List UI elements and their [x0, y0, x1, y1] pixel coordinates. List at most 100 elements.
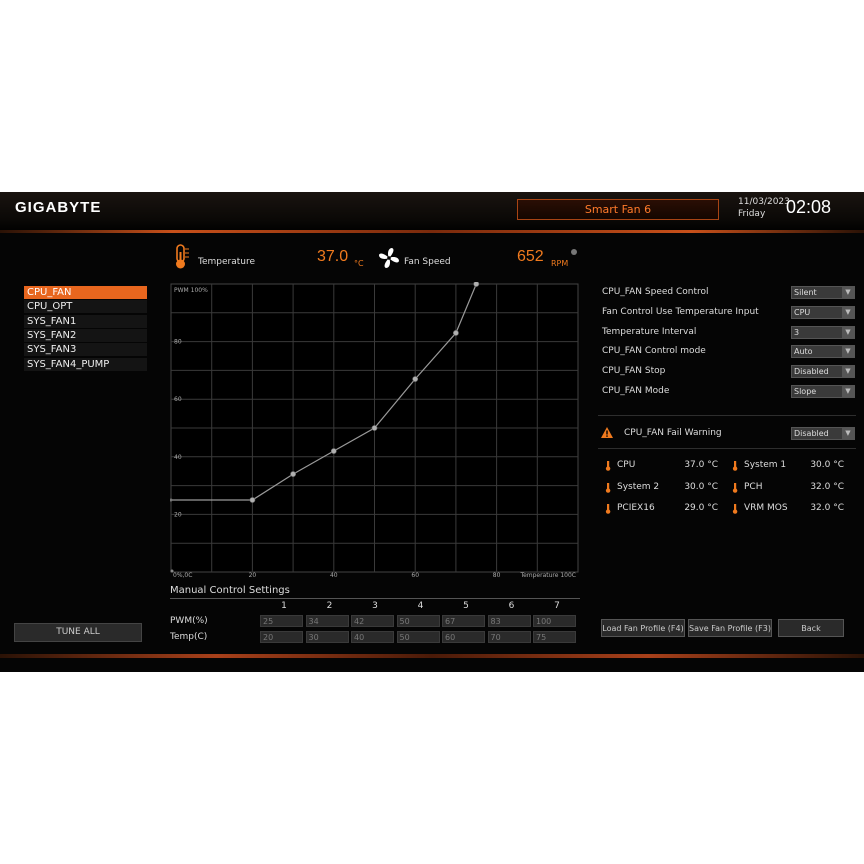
setting-label: CPU_FAN Control mode	[602, 346, 706, 357]
fan-speed-label: Fan Speed	[404, 257, 451, 267]
page-title: Smart Fan 6	[584, 203, 652, 216]
temp-input-field[interactable]: 50	[396, 631, 440, 643]
temp-reading-label: System 1	[744, 460, 787, 470]
tune-all-button[interactable]: TUNE ALL	[14, 623, 142, 642]
pwm-input-field[interactable]: 100	[533, 615, 576, 627]
temp-input-field[interactable]: 75	[533, 631, 576, 643]
temp-reading-label: PCIEX16	[617, 503, 655, 513]
temp-input-field[interactable]: 30	[305, 631, 349, 643]
curve-control-point[interactable]	[452, 330, 459, 336]
curve-control-point[interactable]	[330, 448, 337, 454]
temp-reading-label: System 2	[617, 481, 660, 492]
column-header: 3	[372, 601, 378, 611]
gigabyte-logo: GIGABYTE	[15, 199, 102, 216]
setting-dropdown[interactable]: Disabled ▼	[791, 365, 855, 379]
curve-control-point[interactable]	[412, 376, 419, 382]
thermometer-icon	[732, 482, 738, 493]
save-fan-profile-button[interactable]: Save Fan Profile (F3)	[688, 619, 772, 637]
temperature-unit: °C	[354, 259, 364, 268]
temp-reading-value: 37.0 °C	[684, 460, 718, 470]
curve-control-point[interactable]	[473, 282, 480, 287]
thermometer-icon	[605, 504, 611, 514]
chevron-down-icon: ▼	[842, 428, 854, 439]
origin-point	[170, 569, 174, 573]
pwm-input-field[interactable]: 50	[396, 615, 440, 627]
manual-control-divider	[170, 598, 580, 599]
bios-screen: GIGABYTE Smart Fan 6 11/03/2023 Friday 0…	[0, 192, 864, 672]
x-tick-label: 20	[249, 572, 257, 579]
fail-warning-label: CPU_FAN Fail Warning	[624, 428, 722, 438]
chevron-down-icon: ▼	[842, 386, 854, 397]
temp-reading-value: 30.0 °C	[684, 481, 718, 492]
pwm-input-field[interactable]: 25	[260, 615, 303, 627]
temperature-label: Temperature	[198, 257, 256, 267]
fan-item-cpu-fan[interactable]: CPU_FAN	[24, 286, 147, 299]
manual-control-title: Manual Control Settings	[170, 585, 290, 596]
setting-dropdown[interactable]: Silent ▼	[791, 286, 855, 299]
curve-control-point[interactable]	[290, 471, 296, 477]
chevron-down-icon: ▼	[842, 287, 854, 298]
temp-input-field[interactable]: 20	[260, 631, 303, 643]
column-header: 4	[417, 601, 424, 611]
temp-reading-value: 32.0 °C	[810, 481, 844, 492]
x-tick-label: 80	[493, 572, 501, 579]
setting-dropdown[interactable]: 3 ▼	[791, 325, 855, 339]
chevron-down-icon: ▼	[842, 326, 854, 338]
pwm-input-field[interactable]: 42	[351, 615, 394, 627]
fan-speed-unit: RPM	[551, 259, 569, 268]
fan-item-sys-fan2[interactable]: SYS_FAN2	[24, 329, 147, 342]
fail-warning-dropdown[interactable]: Disabled ▼	[791, 427, 855, 440]
y-tick-label: 40	[174, 454, 182, 461]
date-text: 11/03/2023	[738, 197, 790, 207]
fan-item-cpu-opt[interactable]: CPU_OPT	[24, 300, 147, 313]
date-display: 11/03/2023 Friday	[738, 196, 790, 220]
column-header: 6	[508, 601, 515, 611]
setting-label: CPU_FAN Stop	[602, 366, 666, 377]
temp-row-label: Temp(C)	[170, 632, 208, 642]
fan-item-sys-fan3[interactable]: SYS_FAN3	[24, 343, 147, 356]
temp-input-field[interactable]: 60	[442, 631, 485, 643]
temp-reading-value: 29.0 °C	[684, 503, 718, 513]
pwm-input-field[interactable]: 34	[305, 615, 349, 627]
load-fan-profile-button[interactable]: Load Fan Profile (F4)	[601, 619, 685, 637]
fan-speed-value: 652	[517, 248, 544, 265]
back-button[interactable]: Back	[778, 619, 844, 637]
setting-dropdown[interactable]: CPU ▼	[791, 305, 855, 319]
fail-warning-value: Disabled	[794, 429, 829, 438]
footer-divider	[0, 654, 864, 658]
setting-dropdown[interactable]: Auto ▼	[791, 345, 855, 359]
warning-divider	[598, 448, 856, 449]
y-tick-label: 60	[174, 396, 182, 403]
chevron-down-icon: ▼	[842, 306, 854, 318]
y-tick-label: 80	[174, 339, 182, 346]
temp-input-field[interactable]: 70	[487, 631, 531, 643]
temp-reading-label: CPU	[617, 460, 636, 470]
setting-dropdown[interactable]: Slope ▼	[791, 385, 855, 398]
column-header: 2	[326, 601, 333, 611]
temp-input-field[interactable]: 40	[351, 631, 394, 643]
setting-label: CPU_FAN Speed Control	[602, 287, 709, 297]
pwm-input-field[interactable]: 67	[442, 615, 485, 627]
x-tick-label: 60	[411, 572, 419, 579]
thermometer-icon	[732, 504, 738, 514]
fan-curve-graph[interactable]: 20 40 60 80 20 40 60 80 PWM 100% Temperature 10…	[170, 282, 580, 582]
curve-control-point[interactable]	[371, 425, 378, 431]
pwm-row-label: PWM(%)	[170, 616, 208, 626]
fan-item-sys-fan4-pump[interactable]: SYS_FAN4_PUMP	[24, 358, 147, 371]
setting-value: Silent	[794, 288, 817, 297]
pwm-input-field[interactable]: 83	[487, 615, 531, 627]
temp-reading-label: VRM MOS	[744, 503, 788, 513]
header-divider	[0, 230, 864, 233]
thermometer-icon	[176, 244, 189, 269]
settings-divider	[598, 415, 856, 416]
setting-value: Disabled	[794, 367, 829, 377]
day-text: Friday	[738, 209, 766, 219]
thermometer-icon	[605, 482, 611, 493]
fan-item-sys-fan1[interactable]: SYS_FAN1	[24, 315, 147, 328]
y-tick-label: 20	[174, 511, 182, 518]
page-title-box: Smart Fan 6	[517, 199, 719, 220]
origin-label: 0%,0C	[173, 572, 192, 579]
setting-label: Temperature Interval	[602, 326, 697, 337]
column-header: 5	[463, 601, 469, 611]
curve-control-point[interactable]	[249, 497, 256, 503]
